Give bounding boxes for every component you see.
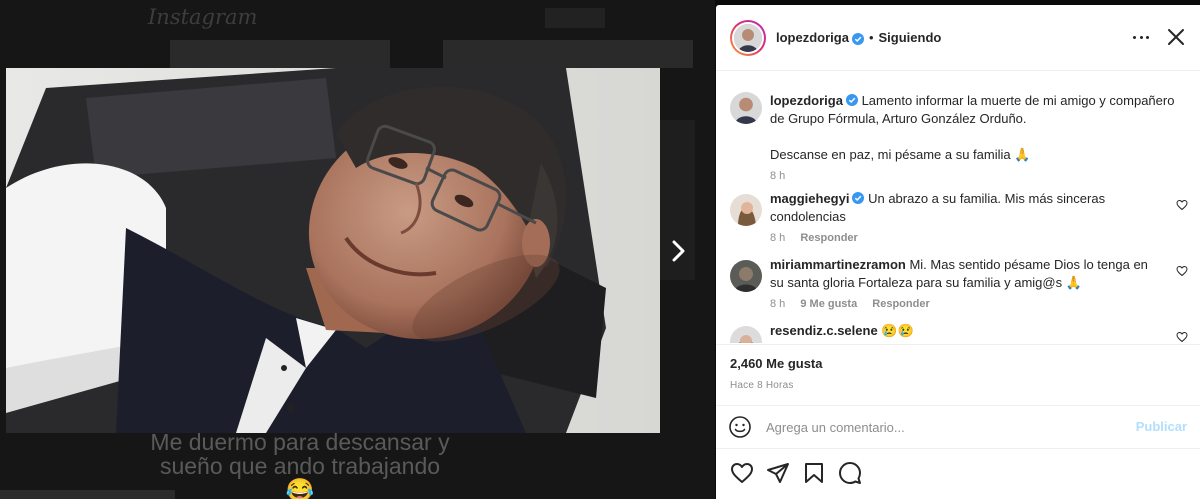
verified-badge-icon — [851, 32, 864, 45]
chevron-right-icon — [672, 240, 685, 262]
author-avatar[interactable] — [730, 19, 766, 56]
publish-button[interactable]: Publicar — [1136, 419, 1187, 434]
post-photo-image — [6, 68, 660, 433]
caption-time[interactable]: 8 h — [770, 170, 785, 182]
background-status-bar — [0, 490, 175, 499]
comment-time[interactable]: 8 h — [770, 232, 785, 244]
bookmark-icon[interactable] — [802, 461, 826, 485]
reply-button[interactable]: Responder — [800, 232, 857, 244]
commenter-username[interactable]: miriammartinezramon — [770, 257, 906, 272]
following-button[interactable]: Siguiendo — [879, 30, 942, 45]
background-thumbnail — [545, 8, 605, 28]
post-header: lopezdoriga • Siguiendo — [716, 5, 1200, 71]
comment-likes[interactable]: 9 Me gusta — [800, 298, 857, 310]
comment-item: maggiehegyi Un abrazo a su familia. Mis … — [730, 190, 1188, 244]
heart-icon[interactable] — [1176, 330, 1188, 343]
reply-button[interactable]: Responder — [872, 298, 929, 310]
caption-username[interactable]: lopezdoriga — [770, 93, 843, 108]
likes-count[interactable]: 2,460 Me gusta — [730, 356, 1200, 371]
comment-icon[interactable] — [838, 461, 862, 485]
caption-avatar[interactable] — [730, 92, 762, 124]
comment-time[interactable]: 8 h — [770, 298, 785, 310]
instagram-post-modal: Instagram Me duermo para descansar y sue… — [0, 0, 1200, 499]
post-timestamp[interactable]: Hace 8 Horas — [730, 380, 1200, 391]
verified-badge-icon — [852, 191, 865, 204]
comment-input[interactable] — [766, 419, 1116, 435]
post-caption: lopezdoriga Lamento informar la muerte d… — [730, 92, 1188, 182]
heart-icon[interactable] — [1176, 198, 1188, 211]
commenter-avatar[interactable] — [730, 260, 762, 292]
commenter-username[interactable]: resendiz.c.selene — [770, 323, 878, 338]
close-icon[interactable] — [1166, 27, 1186, 47]
background-thumbnail — [443, 40, 693, 68]
verified-badge-icon — [845, 93, 858, 106]
comment-text: 😢😢 — [881, 323, 914, 338]
post-actions — [730, 461, 862, 485]
emoji-icon[interactable] — [728, 415, 752, 439]
author-username[interactable]: lopezdoriga — [776, 30, 849, 45]
comments-list[interactable]: lopezdoriga Lamento informar la muerte d… — [716, 72, 1200, 343]
next-photo-arrow[interactable] — [664, 234, 694, 268]
add-comment-bar: Publicar — [716, 405, 1200, 449]
likes-section: 2,460 Me gusta Hace 8 Horas — [716, 344, 1200, 402]
commenter-avatar[interactable] — [730, 194, 762, 226]
background-post-caption: Me duermo para descansar y sueño que and… — [150, 429, 450, 499]
header-separator: • — [868, 30, 874, 45]
heart-icon[interactable] — [730, 461, 754, 485]
post-photo[interactable] — [6, 68, 660, 433]
post-side-panel: lopezdoriga • Siguiendo lopezdoriga Lame… — [716, 5, 1200, 499]
comment-item: resendiz.c.selene 😢😢 — [730, 322, 1188, 343]
commenter-avatar[interactable] — [730, 326, 762, 343]
background-instagram-logo: Instagram — [148, 5, 258, 29]
share-icon[interactable] — [766, 461, 790, 485]
comment-item: miriammartinezramon Mi. Mas sentido pésa… — [730, 256, 1188, 310]
background-thumbnail — [170, 40, 390, 68]
heart-icon[interactable] — [1176, 264, 1188, 277]
more-options-icon[interactable] — [1133, 27, 1149, 47]
commenter-username[interactable]: maggiehegyi — [770, 191, 849, 206]
caption-text-2: Descanse en paz, mi pésame a su familia … — [770, 147, 1031, 162]
